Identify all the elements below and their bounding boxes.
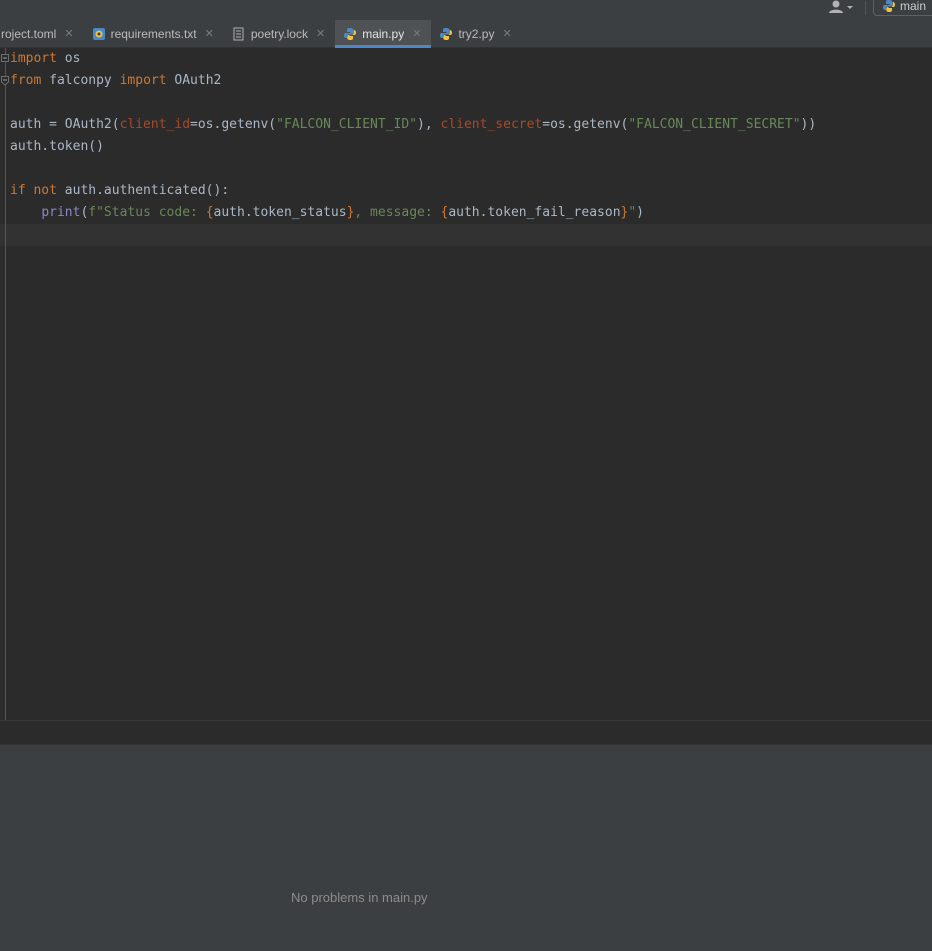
tab-poetry-lock[interactable]: poetry.lock ✕ (224, 20, 335, 47)
code-line-7: if not auth.authenticated(): (10, 180, 816, 202)
run-configuration-label: main (900, 0, 927, 13)
code-line-8: print(f"Status code: {auth.token_status}… (10, 202, 816, 224)
code-editor[interactable]: import os from falconpy import OAuth2 au… (0, 48, 932, 720)
requirements-file-icon (92, 27, 105, 40)
user-icon (829, 0, 853, 13)
code-text: ), (417, 117, 441, 132)
keyword-argument: client_secret (440, 117, 543, 132)
code-line-5: auth.token() (10, 139, 104, 154)
python-file-icon (440, 27, 453, 40)
close-icon[interactable]: ✕ (316, 27, 325, 40)
code-text: ) (636, 205, 644, 220)
lock-file-icon (233, 27, 244, 40)
code-line-2: from falconpy import OAuth2 (10, 70, 816, 92)
code-text: =os.getenv( (542, 117, 629, 132)
run-configuration-selector[interactable]: main (873, 0, 932, 16)
tab-label: poetry.lock (250, 26, 308, 41)
fstring-expression: auth.token_status (213, 205, 347, 220)
user-account-button[interactable] (828, 0, 856, 14)
tab-label: roject.toml (1, 26, 57, 41)
close-icon[interactable]: ✕ (412, 27, 421, 40)
tab-requirements-txt[interactable]: requirements.txt ✕ (84, 20, 224, 47)
keyword-if: if (10, 183, 26, 198)
no-problems-message: No problems in main.py (291, 890, 428, 905)
fstring-brace: { (205, 205, 214, 220)
code-line-4: auth = OAuth2(client_id=os.getenv("FALCO… (10, 114, 816, 136)
keyword-import: import (119, 73, 167, 88)
module-name: os (56, 51, 81, 66)
code-text: auth = OAuth2( (10, 117, 120, 132)
tab-pyproject-toml[interactable]: roject.toml ✕ (0, 20, 84, 47)
tab-label: try2.py (458, 26, 495, 41)
tab-try2-py[interactable]: try2.py ✕ (431, 20, 521, 47)
code-text: )) (800, 117, 817, 132)
close-icon[interactable]: ✕ (205, 27, 214, 40)
editor-tab-bar: roject.toml ✕ requirements.txt ✕ poetry.… (0, 20, 932, 48)
string-literal: " (628, 205, 637, 220)
code-text: auth.authenticated(): (56, 183, 230, 198)
keyword-from: from (10, 73, 42, 88)
module-name: falconpy (41, 73, 120, 88)
code-text: =os.getenv( (190, 117, 277, 132)
tab-label: requirements.txt (110, 26, 197, 41)
horizontal-scrollbar[interactable] (0, 720, 932, 745)
code-content: import os from falconpy import OAuth2 au… (10, 48, 816, 246)
python-icon (883, 0, 895, 12)
string-literal: f"Status code: (88, 205, 206, 220)
python-file-icon (344, 27, 357, 40)
fstring-expression: auth.token_fail_reason (448, 205, 621, 220)
code-line-1: import os (10, 48, 816, 70)
keyword-import: import (10, 51, 57, 66)
toolbar-separator (865, 1, 866, 15)
fold-start-icon[interactable] (1, 54, 9, 64)
gutter-divider (5, 48, 6, 720)
problems-panel: No problems in main.py (0, 770, 932, 951)
string-literal: , message: (354, 205, 441, 220)
problems-panel-header (0, 744, 932, 771)
tab-label: main.py (362, 26, 405, 41)
string-literal: "FALCON_CLIENT_SECRET" (628, 117, 801, 132)
builtin-function: print (41, 205, 81, 220)
tab-main-py[interactable]: main.py ✕ (335, 20, 432, 48)
close-icon[interactable]: ✕ (64, 27, 73, 40)
string-literal: "FALCON_CLIENT_ID" (276, 117, 418, 132)
keyword-argument: client_id (119, 117, 191, 132)
close-icon[interactable]: ✕ (502, 27, 511, 40)
fold-end-icon[interactable] (1, 76, 9, 86)
imported-name: OAuth2 (166, 73, 222, 88)
main-toolbar: main (0, 0, 932, 20)
keyword-not: not (33, 183, 57, 198)
